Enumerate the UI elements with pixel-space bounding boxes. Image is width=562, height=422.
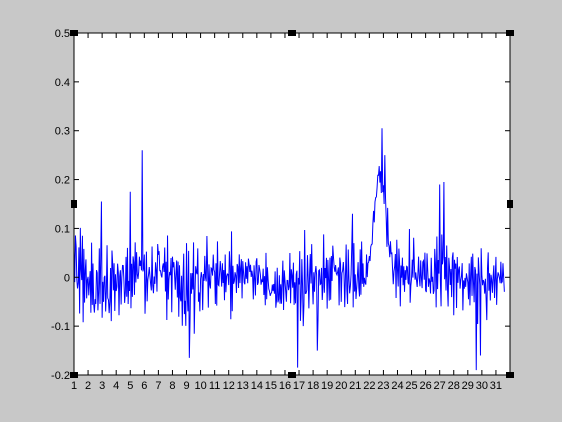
x-tick-label: 6 xyxy=(141,380,147,392)
selection-handle[interactable] xyxy=(71,200,77,208)
y-tick-label: 0.2 xyxy=(55,175,70,187)
x-tick-label: 20 xyxy=(335,380,347,392)
selection-handle[interactable] xyxy=(506,30,514,36)
x-tick-label: 24 xyxy=(391,380,403,392)
x-tick-label: 27 xyxy=(434,380,446,392)
x-tick-label: 5 xyxy=(127,380,133,392)
y-tick-label: 0 xyxy=(64,272,70,284)
x-tick-label: 4 xyxy=(113,380,119,392)
selection-handle[interactable] xyxy=(506,372,514,378)
x-tick-label: 3 xyxy=(99,380,105,392)
x-tick-label: 16 xyxy=(279,380,291,392)
y-tick-label: 0.3 xyxy=(55,126,70,138)
x-tick-label: 29 xyxy=(462,380,474,392)
y-tick-label: -0.1 xyxy=(51,321,70,333)
selection-handle[interactable] xyxy=(288,30,296,36)
x-tick-label: 14 xyxy=(251,380,263,392)
selection-handle[interactable] xyxy=(288,372,296,378)
y-tick-label: 0.1 xyxy=(55,223,70,235)
x-tick-label: 13 xyxy=(237,380,249,392)
selection-handle[interactable] xyxy=(70,372,78,378)
x-tick-label: 8 xyxy=(169,380,175,392)
x-tick-label: 17 xyxy=(293,380,305,392)
x-tick-label: 2 xyxy=(85,380,91,392)
x-tick-label: 23 xyxy=(377,380,389,392)
x-tick-label: 26 xyxy=(419,380,431,392)
y-tick-label: 0.5 xyxy=(55,28,70,40)
x-tick-label: 1 xyxy=(71,380,77,392)
y-tick-label: 0.4 xyxy=(55,77,70,89)
x-tick-label: 31 xyxy=(490,380,502,392)
x-tick-label: 15 xyxy=(265,380,277,392)
x-tick-label: 25 xyxy=(405,380,417,392)
x-tick-label: 11 xyxy=(209,380,220,392)
x-tick-label: 30 xyxy=(476,380,488,392)
x-tick-label: 7 xyxy=(155,380,161,392)
y-tick-label-layer: -0.2 -0.1 0 0.1 0.2 0.3 0.4 0.5 xyxy=(51,28,70,382)
selection-handle[interactable] xyxy=(507,200,513,208)
x-tick-label-layer: 1 2 3 4 5 6 7 8 9 10 11 12 13 14 15 16 17 18 19 20 21 22 23 24 2… xyxy=(71,380,502,392)
selection-handle[interactable] xyxy=(70,30,78,36)
x-tick-label: 12 xyxy=(223,380,235,392)
x-tick-label: 21 xyxy=(349,380,361,392)
figure-window: -0.2 -0.1 0 0.1 0.2 0.3 0.4 0.5 1 2 3 4 5 6 7 8 9 10 11 12… xyxy=(0,0,562,422)
x-tick-label: 10 xyxy=(194,380,206,392)
y-tick-label: -0.2 xyxy=(51,370,70,382)
x-tick-label: 19 xyxy=(321,380,333,392)
x-tick-label: 9 xyxy=(183,380,189,392)
x-tick-label: 18 xyxy=(307,380,319,392)
axes-background xyxy=(74,33,510,375)
x-tick-label: 28 xyxy=(448,380,460,392)
plot-svg: -0.2-0.100.10.20.30.40.5 1 2 3 4 5 6 7 8 9 10 11 12… xyxy=(51,28,514,392)
x-tick-label: 22 xyxy=(363,380,375,392)
